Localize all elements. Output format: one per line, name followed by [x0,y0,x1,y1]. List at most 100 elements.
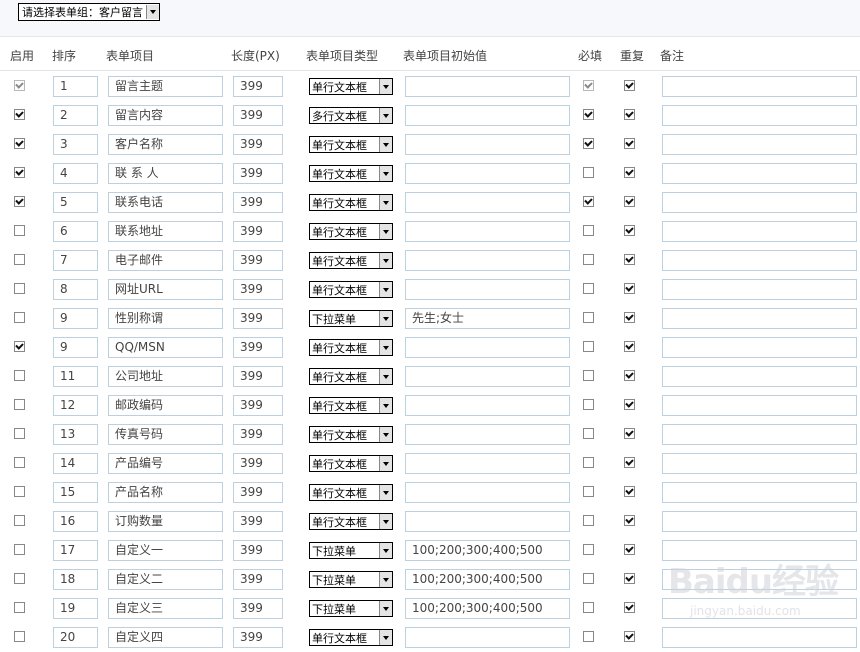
item-name-input[interactable]: 自定义三 [108,598,223,619]
initial-value-input[interactable]: 100;200;300;400;500 [405,569,570,590]
order-input[interactable]: 9 [53,308,98,329]
enabled-checkbox[interactable] [14,428,25,439]
enabled-checkbox[interactable] [14,544,25,555]
order-input[interactable]: 17 [53,540,98,561]
chevron-down-icon[interactable] [379,79,392,94]
order-input[interactable]: 14 [53,453,98,474]
item-type-select[interactable]: 单行文本框 [309,78,393,95]
length-input[interactable]: 399 [233,76,283,97]
note-input[interactable] [662,76,857,97]
item-type-select[interactable]: 单行文本框 [309,136,393,153]
item-type-select[interactable]: 下拉菜单 [309,571,393,588]
length-input[interactable]: 399 [233,395,283,416]
note-input[interactable] [662,511,857,532]
required-checkbox[interactable] [583,544,594,555]
item-type-select[interactable]: 单行文本框 [309,455,393,472]
order-input[interactable]: 9 [53,337,98,358]
order-input[interactable]: 2 [53,105,98,126]
enabled-checkbox[interactable] [14,254,25,265]
enabled-checkbox[interactable] [14,341,25,352]
repeat-checkbox[interactable] [624,370,635,381]
item-type-select[interactable]: 下拉菜单 [309,310,393,327]
order-input[interactable]: 7 [53,250,98,271]
required-checkbox[interactable] [583,341,594,352]
initial-value-input[interactable] [405,424,570,445]
item-type-select[interactable]: 单行文本框 [309,281,393,298]
item-type-select[interactable]: 下拉菜单 [309,542,393,559]
required-checkbox[interactable] [583,283,594,294]
repeat-checkbox[interactable] [624,515,635,526]
chevron-down-icon[interactable] [379,398,392,413]
order-input[interactable]: 6 [53,221,98,242]
order-input[interactable]: 5 [53,192,98,213]
item-name-input[interactable]: 产品编号 [108,453,223,474]
initial-value-input[interactable] [405,337,570,358]
repeat-checkbox[interactable] [624,602,635,613]
item-name-input[interactable]: 电子邮件 [108,250,223,271]
initial-value-input[interactable] [405,250,570,271]
required-checkbox[interactable] [583,515,594,526]
order-input[interactable]: 3 [53,134,98,155]
length-input[interactable]: 399 [233,366,283,387]
required-checkbox[interactable] [583,312,594,323]
repeat-checkbox[interactable] [624,631,635,642]
note-input[interactable] [662,250,857,271]
item-type-select[interactable]: 单行文本框 [309,397,393,414]
order-input[interactable]: 11 [53,366,98,387]
length-input[interactable]: 399 [233,192,283,213]
repeat-checkbox[interactable] [624,544,635,555]
note-input[interactable] [662,424,857,445]
item-name-input[interactable]: 网址URL [108,279,223,300]
required-checkbox[interactable] [583,167,594,178]
enabled-checkbox[interactable] [14,631,25,642]
note-input[interactable] [662,105,857,126]
required-checkbox[interactable] [583,486,594,497]
enabled-checkbox[interactable] [14,283,25,294]
chevron-down-icon[interactable] [379,427,392,442]
enabled-checkbox[interactable] [14,196,25,207]
required-checkbox[interactable] [583,225,594,236]
item-type-select[interactable]: 下拉菜单 [309,600,393,617]
chevron-down-icon[interactable] [379,514,392,529]
repeat-checkbox[interactable] [624,399,635,410]
item-name-input[interactable]: 产品名称 [108,482,223,503]
repeat-checkbox[interactable] [624,254,635,265]
initial-value-input[interactable]: 100;200;300;400;500 [405,540,570,561]
initial-value-input[interactable] [405,76,570,97]
repeat-checkbox[interactable] [624,196,635,207]
item-name-input[interactable]: 留言内容 [108,105,223,126]
required-checkbox[interactable] [583,109,594,120]
item-type-select[interactable]: 单行文本框 [309,165,393,182]
item-type-select[interactable]: 单行文本框 [309,339,393,356]
note-input[interactable] [662,482,857,503]
item-name-input[interactable]: 联 系 人 [108,163,223,184]
note-input[interactable] [662,337,857,358]
repeat-checkbox[interactable] [624,109,635,120]
initial-value-input[interactable] [405,105,570,126]
required-checkbox[interactable] [583,399,594,410]
note-input[interactable] [662,308,857,329]
item-name-input[interactable]: 订购数量 [108,511,223,532]
initial-value-input[interactable] [405,482,570,503]
required-checkbox[interactable] [583,254,594,265]
item-name-input[interactable]: 自定义一 [108,540,223,561]
enabled-checkbox[interactable] [14,457,25,468]
enabled-checkbox[interactable] [14,573,25,584]
chevron-down-icon[interactable] [379,195,392,210]
enabled-checkbox[interactable] [14,109,25,120]
note-input[interactable] [662,395,857,416]
item-name-input[interactable]: 客户名称 [108,134,223,155]
note-input[interactable] [662,163,857,184]
enabled-checkbox[interactable] [14,225,25,236]
repeat-checkbox[interactable] [624,428,635,439]
order-input[interactable]: 4 [53,163,98,184]
enabled-checkbox[interactable] [14,515,25,526]
repeat-checkbox[interactable] [624,341,635,352]
chevron-down-icon[interactable] [379,485,392,500]
required-checkbox[interactable] [583,196,594,207]
repeat-checkbox[interactable] [624,138,635,149]
required-checkbox[interactable] [583,138,594,149]
order-input[interactable]: 16 [53,511,98,532]
chevron-down-icon[interactable] [379,572,392,587]
item-type-select[interactable]: 单行文本框 [309,484,393,501]
